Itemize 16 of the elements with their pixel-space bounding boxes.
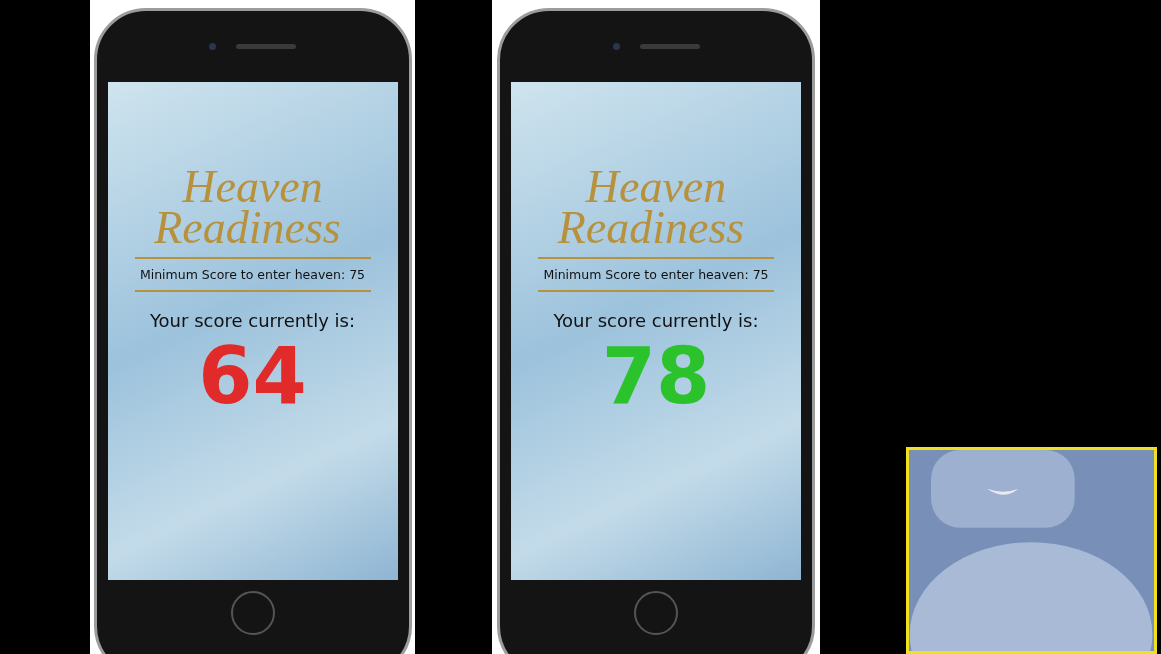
logo-text: Heaven [182,166,323,208]
logo-text: Readiness [154,207,341,249]
home-button[interactable] [230,591,275,635]
score-value: 78 [601,336,711,415]
home-button[interactable] [634,591,678,635]
logo-text: Readiness [557,207,745,249]
camera-icon [209,43,216,50]
minimum-score-text: Minimum Score to enter heaven: 75 [543,266,769,282]
score-label: Your score currently is: [150,309,355,331]
speaker-slot [639,44,700,49]
speaker-slot [236,44,296,49]
logo-text: Heaven [585,166,727,208]
minimum-score-text: Minimum Score to enter heaven: 75 [139,266,366,282]
score-label: Your score currently is: [553,309,759,331]
score-value: 64 [198,336,307,415]
camera-icon [612,43,620,50]
